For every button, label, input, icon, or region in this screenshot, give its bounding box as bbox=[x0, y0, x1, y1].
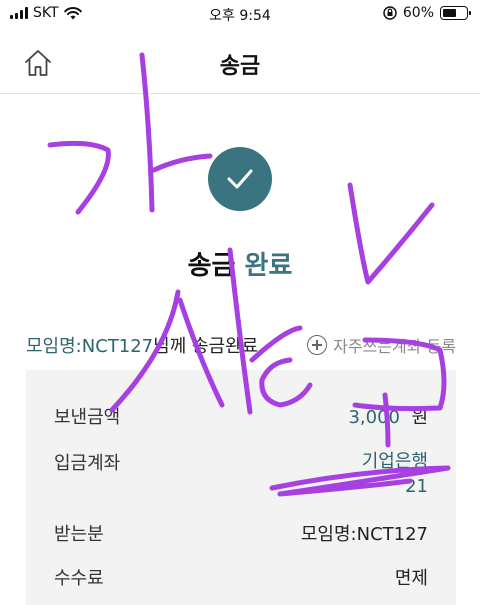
recipient-line: 모임명:NCT127님께 송금완료 bbox=[26, 332, 258, 358]
battery-icon bbox=[440, 6, 471, 20]
battery-percent: 60% bbox=[402, 5, 434, 21]
fee-label: 수수료 bbox=[54, 568, 104, 589]
completion-title: 송금 완료 bbox=[0, 245, 480, 282]
amount-unit: 원 bbox=[411, 407, 428, 428]
orientation-lock-icon bbox=[383, 6, 397, 20]
sent-amount-label: 보낸금액 bbox=[54, 407, 121, 428]
status-right: 60% bbox=[383, 5, 471, 21]
completion-title-accent: 완료 bbox=[244, 251, 293, 281]
recipient-name: 모임명:NCT127 bbox=[26, 336, 154, 357]
success-badge bbox=[208, 147, 272, 211]
recipient-label: 받는분 bbox=[54, 524, 104, 545]
recipient-value: 모임명:NCT127 bbox=[300, 524, 428, 545]
status-bar: SKT 오후 9:54 60% bbox=[0, 0, 480, 28]
deposit-account-number: 21 bbox=[405, 476, 428, 497]
check-icon bbox=[227, 169, 253, 189]
fee-value: 면제 bbox=[394, 568, 428, 589]
transfer-complete-screen: SKT 오후 9:54 60% 송금 송금 완료 모임명:NCT127님께 송금… bbox=[0, 0, 480, 605]
deposit-bank: 기업은행 bbox=[361, 451, 428, 472]
deposit-account-label: 입금계좌 bbox=[54, 453, 121, 474]
battery-fill bbox=[443, 9, 456, 17]
transfer-details-panel: 보낸금액 3,000 원 입금계좌 기업은행 21 받는분 모임명:NCT127… bbox=[26, 370, 456, 605]
plus-circle-icon bbox=[307, 335, 328, 355]
recipient-suffix: 님께 송금완료 bbox=[153, 336, 259, 357]
amount-number: 3,000 bbox=[348, 407, 400, 428]
page-title: 송금 bbox=[219, 54, 261, 79]
add-favorite-account-button[interactable]: 자주쓰는계좌 등록 bbox=[307, 333, 456, 357]
completion-title-main: 송금 bbox=[187, 251, 236, 281]
add-favorite-label: 자주쓰는계좌 등록 bbox=[333, 337, 456, 356]
app-header: 송금 bbox=[0, 30, 480, 94]
sent-amount-value: 3,000 원 bbox=[348, 403, 428, 429]
